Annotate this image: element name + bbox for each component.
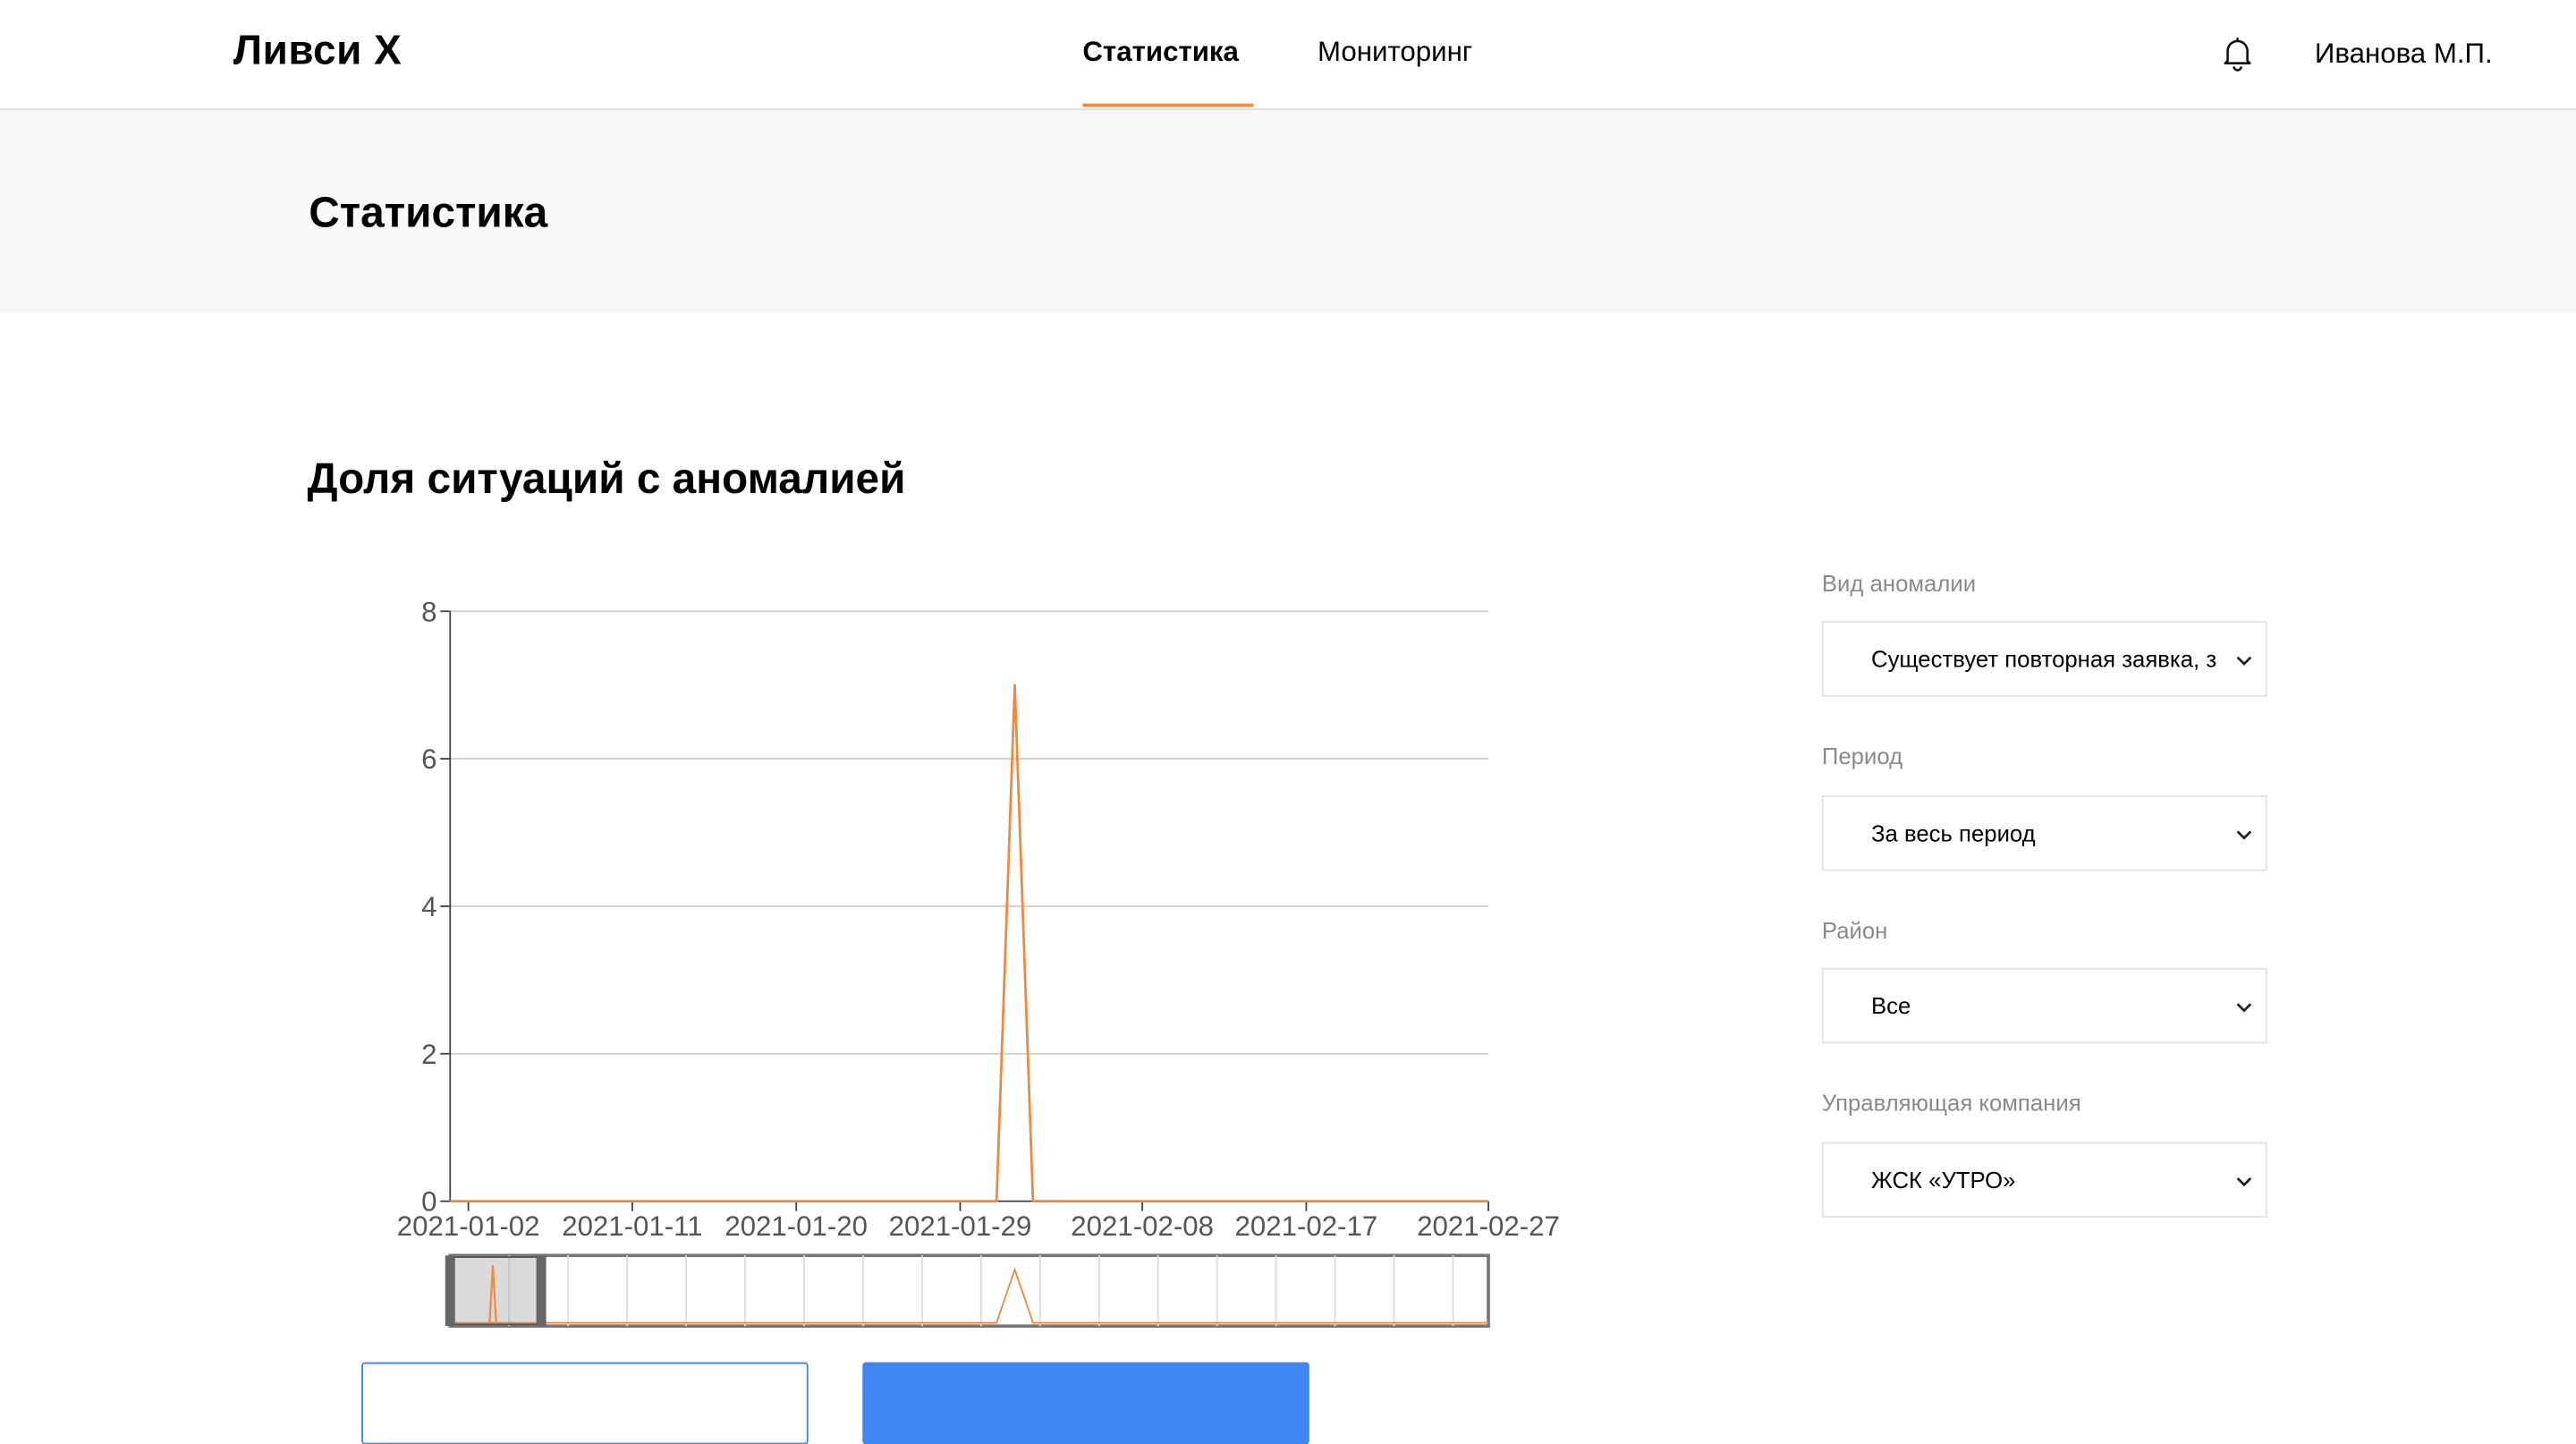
anomaly-share-chart: 024682021-01-022021-01-112021-01-202021-… — [377, 583, 1593, 1355]
navigator-handle-right[interactable] — [537, 1255, 547, 1326]
x-tick-label: 2021-02-08 — [1071, 1210, 1214, 1242]
x-tick-label: 2021-01-20 — [724, 1210, 868, 1242]
filter-label-anomaly-type: Вид аномалии — [1822, 570, 1976, 596]
x-tick-label: 2021-02-27 — [1417, 1210, 1560, 1242]
district-select[interactable]: Все — [1822, 968, 2267, 1043]
filter-label-management-company: Управляющая компания — [1822, 1090, 2081, 1116]
secondary-button[interactable] — [361, 1363, 809, 1444]
chevron-down-icon — [2233, 996, 2256, 1019]
management-company-value: ЖСК «УТРО» — [1871, 1167, 2226, 1193]
app-logo[interactable]: Ливси X — [233, 28, 402, 75]
x-tick-label: 2021-01-11 — [562, 1210, 702, 1242]
filter-label-period: Период — [1822, 743, 1902, 769]
chevron-down-icon — [2233, 823, 2256, 846]
y-tick-label: 8 — [421, 596, 436, 627]
bell-icon[interactable] — [2218, 33, 2258, 72]
range-navigator[interactable] — [450, 1255, 1488, 1326]
page-header: Статистика — [0, 110, 2576, 312]
page: Ливси X Статистика Мониторинг Иванова М.… — [0, 0, 2576, 1418]
chevron-down-icon — [2233, 649, 2256, 672]
page-title: Статистика — [309, 187, 547, 238]
series-line — [450, 685, 1488, 1202]
district-value: Все — [1871, 992, 2226, 1018]
section-title: Доля ситуаций с аномалией — [307, 454, 905, 505]
filter-label-district: Район — [1822, 917, 1887, 943]
y-tick-label: 6 — [421, 743, 436, 775]
period-value: За весь период — [1871, 820, 2226, 846]
x-tick-label: 2021-01-02 — [397, 1210, 540, 1242]
user-name[interactable]: Иванова М.П. — [2315, 38, 2493, 71]
y-tick-label: 4 — [421, 891, 436, 922]
management-company-select[interactable]: ЖСК «УТРО» — [1822, 1142, 2267, 1218]
anomaly-type-select[interactable]: Существует повторная заявка, з — [1822, 621, 2267, 696]
anomaly-type-value: Существует повторная заявка, з — [1871, 646, 2226, 672]
x-tick-label: 2021-02-17 — [1235, 1210, 1378, 1242]
x-tick-label: 2021-01-29 — [889, 1210, 1032, 1242]
nav-tab-statistics[interactable]: Статистика — [1082, 36, 1253, 106]
chevron-down-icon — [2233, 1170, 2256, 1193]
nav-tab-monitoring[interactable]: Мониторинг — [1318, 36, 1472, 106]
period-select[interactable]: За весь период — [1822, 795, 2267, 871]
navigator-handle-left[interactable] — [445, 1255, 455, 1326]
y-tick-label: 2 — [421, 1039, 436, 1070]
primary-button[interactable] — [862, 1363, 1309, 1444]
top-bar: Ливси X Статистика Мониторинг Иванова М.… — [0, 0, 2576, 110]
